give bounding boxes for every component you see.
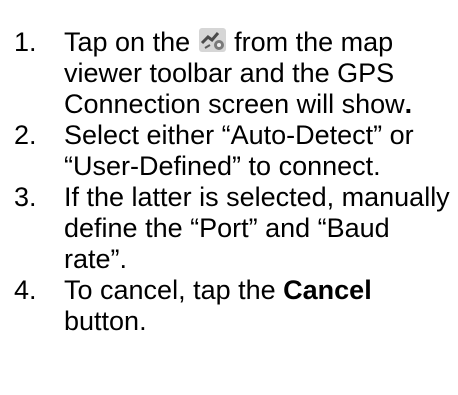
step-bold-period: . [404,89,413,119]
step-text: If the latter is selected, manually defi… [64,182,450,274]
step-number: 4. [14,275,37,305]
step-number: 2. [14,120,37,150]
instruction-list: 1. Tap on the from the map viewer toolba… [0,0,458,336]
step-2: 2. Select either “Auto-Detect” or “User-… [0,120,458,182]
step-text: Select either “Auto-Detect” or “User-Def… [64,120,414,181]
step-1: 1. Tap on the from the map viewer toolba… [0,27,458,120]
gps-connection-icon [198,27,227,53]
step-number: 1. [14,27,37,57]
step-text-before: Tap on the [64,27,191,57]
step-text-before: To cancel, tap the [64,275,276,305]
step-text-after: button. [64,306,147,336]
step-4: 4. To cancel, tap the Cancel button. [0,275,458,337]
step-3: 3. If the latter is selected, manually d… [0,182,458,275]
cancel-label: Cancel [283,275,372,305]
step-number: 3. [14,182,37,212]
